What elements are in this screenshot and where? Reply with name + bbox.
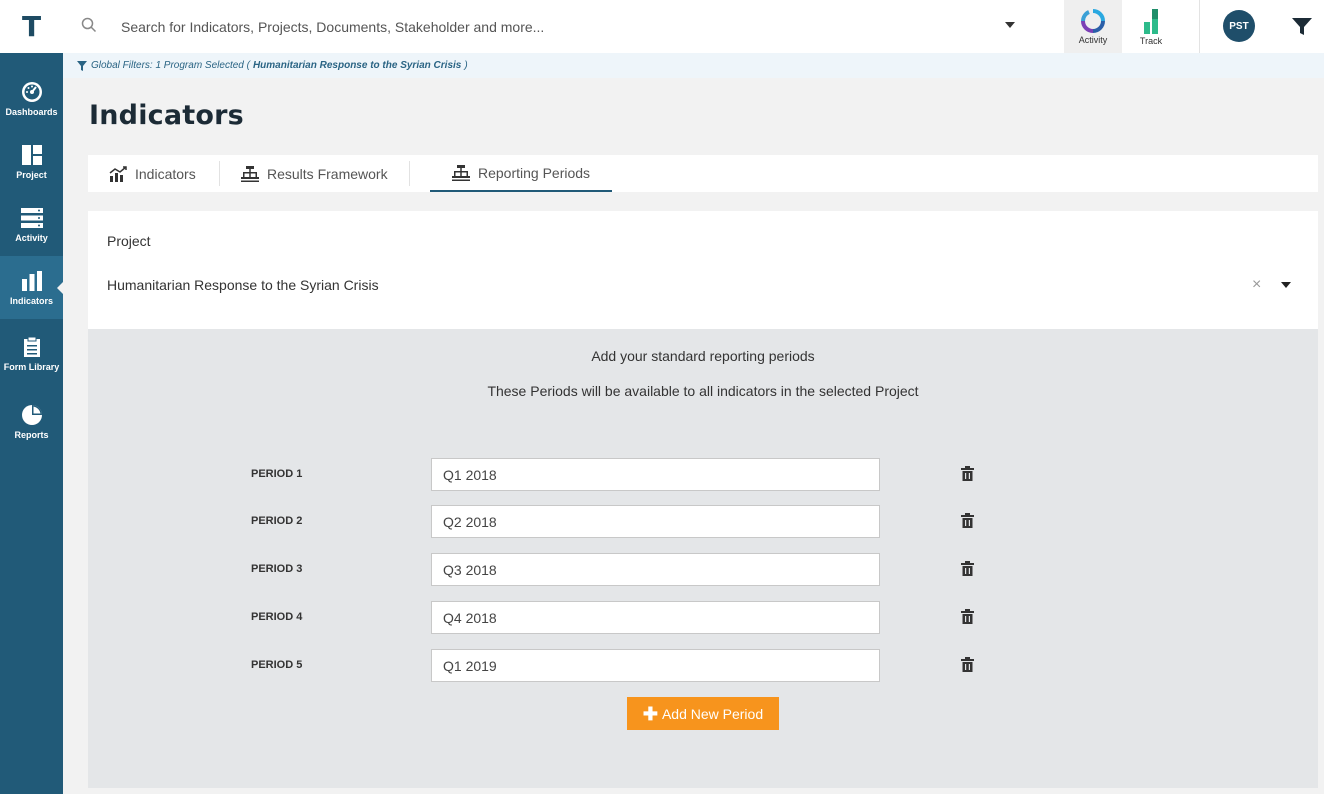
period-input[interactable] — [431, 649, 880, 682]
tab-label: Indicators — [135, 165, 196, 182]
trash-icon[interactable] — [961, 657, 974, 672]
funnel-icon — [77, 60, 87, 71]
period-label: PERIOD 2 — [251, 515, 303, 527]
project-select-value[interactable]: Humanitarian Response to the Syrian Cris… — [107, 277, 379, 293]
global-filter-program: Humanitarian Response to the Syrian Cris… — [252, 60, 462, 71]
trash-icon[interactable] — [961, 466, 974, 481]
global-filter-prefix: Global Filters: 1 Program Selected ( — [91, 60, 250, 71]
activity-ring-icon — [1081, 8, 1105, 33]
hierarchy-icon — [241, 165, 259, 182]
global-filter-bar[interactable]: Global Filters: 1 Program Selected ( Hum… — [63, 53, 1324, 78]
filter-icon[interactable] — [1291, 17, 1313, 37]
periods-intro-title: Add your standard reporting periods — [591, 348, 815, 364]
activity-list-icon — [20, 207, 43, 228]
sidebar-item-indicators[interactable]: Indicators — [0, 256, 63, 319]
add-new-period-label: Add New Period — [661, 705, 764, 722]
sidebar-item-activity[interactable]: Activity — [0, 193, 63, 256]
active-indicator-caret — [57, 281, 63, 294]
period-label: PERIOD 5 — [251, 659, 303, 671]
tab-results-framework[interactable]: Results Framework — [241, 155, 388, 192]
sidebar-item-dashboards[interactable]: Dashboards — [0, 67, 63, 130]
tab-indicators[interactable]: Indicators — [109, 155, 196, 192]
sidebar-item-project[interactable]: Project — [0, 130, 63, 193]
period-row: PERIOD 5 — [88, 649, 1318, 683]
period-input[interactable] — [431, 601, 880, 634]
period-input[interactable] — [431, 505, 880, 538]
reporting-periods-panel: Add your standard reporting periods Thes… — [88, 329, 1318, 788]
period-row: PERIOD 1 — [88, 458, 1318, 492]
hierarchy-icon — [452, 164, 470, 181]
line-chart-icon — [109, 165, 127, 182]
pie-chart-icon — [21, 404, 42, 425]
track-bars-icon — [1144, 8, 1158, 34]
bar-chart-icon — [21, 270, 42, 291]
period-row: PERIOD 3 — [88, 553, 1318, 587]
project-dropdown-caret-icon[interactable] — [1281, 282, 1291, 288]
sidebar-item-label: Reports — [14, 429, 49, 440]
track-button[interactable]: Track — [1122, 0, 1180, 53]
plus-icon: ✚ — [642, 703, 658, 724]
clipboard-icon — [23, 336, 40, 357]
sidebar: T Dashboards Project Activity Indicators… — [0, 0, 63, 794]
global-search-input[interactable] — [121, 14, 991, 40]
period-label: PERIOD 4 — [251, 611, 303, 623]
tab-bar: Indicators Results Framework Reporting P… — [88, 155, 1318, 192]
sidebar-item-label: Project — [16, 169, 47, 180]
search-dropdown-caret-icon[interactable] — [1005, 22, 1015, 28]
sidebar-item-reports[interactable]: Reports — [0, 390, 63, 453]
avatar-initials: PST — [1229, 20, 1249, 32]
top-bar: Activity Track PST — [63, 0, 1324, 53]
period-input[interactable] — [431, 553, 880, 586]
trash-icon[interactable] — [961, 609, 974, 624]
sidebar-item-label: Form Library — [3, 361, 60, 372]
track-label: Track — [1139, 35, 1163, 46]
tab-label: Results Framework — [267, 165, 388, 182]
activity-label: Activity — [1078, 34, 1108, 45]
page-title: Indicators — [89, 100, 244, 131]
period-input[interactable] — [431, 458, 880, 491]
project-selector-card: Project Humanitarian Response to the Syr… — [88, 211, 1318, 329]
tab-divider — [409, 161, 410, 186]
project-field-label: Project — [107, 233, 151, 249]
sidebar-item-label: Indicators — [9, 295, 53, 306]
project-grid-icon — [21, 144, 42, 165]
tab-label: Reporting Periods — [478, 164, 591, 181]
sidebar-item-label: Dashboards — [5, 106, 58, 117]
app-logo[interactable]: T — [0, 0, 63, 53]
search-icon[interactable] — [81, 17, 97, 33]
sidebar-item-form-library[interactable]: Form Library — [0, 322, 63, 385]
activity-button[interactable]: Activity — [1064, 0, 1122, 53]
trash-icon[interactable] — [961, 561, 974, 576]
dashboard-gauge-icon — [21, 81, 42, 102]
periods-intro-subtitle: These Periods will be available to all i… — [487, 383, 919, 399]
sidebar-item-label: Activity — [15, 232, 48, 243]
global-filter-suffix: ) — [464, 60, 468, 71]
logo-letter: T — [21, 10, 42, 43]
add-new-period-button[interactable]: ✚ Add New Period — [627, 697, 779, 730]
tab-reporting-periods[interactable]: Reporting Periods — [430, 155, 613, 192]
period-label: PERIOD 3 — [251, 563, 303, 575]
period-row: PERIOD 4 — [88, 601, 1318, 635]
period-label: PERIOD 1 — [251, 468, 303, 480]
divider — [1199, 0, 1200, 53]
tab-divider — [219, 161, 220, 186]
clear-selection-icon[interactable]: × — [1252, 277, 1261, 293]
period-row: PERIOD 2 — [88, 505, 1318, 539]
user-avatar[interactable]: PST — [1223, 10, 1255, 42]
trash-icon[interactable] — [961, 513, 974, 528]
